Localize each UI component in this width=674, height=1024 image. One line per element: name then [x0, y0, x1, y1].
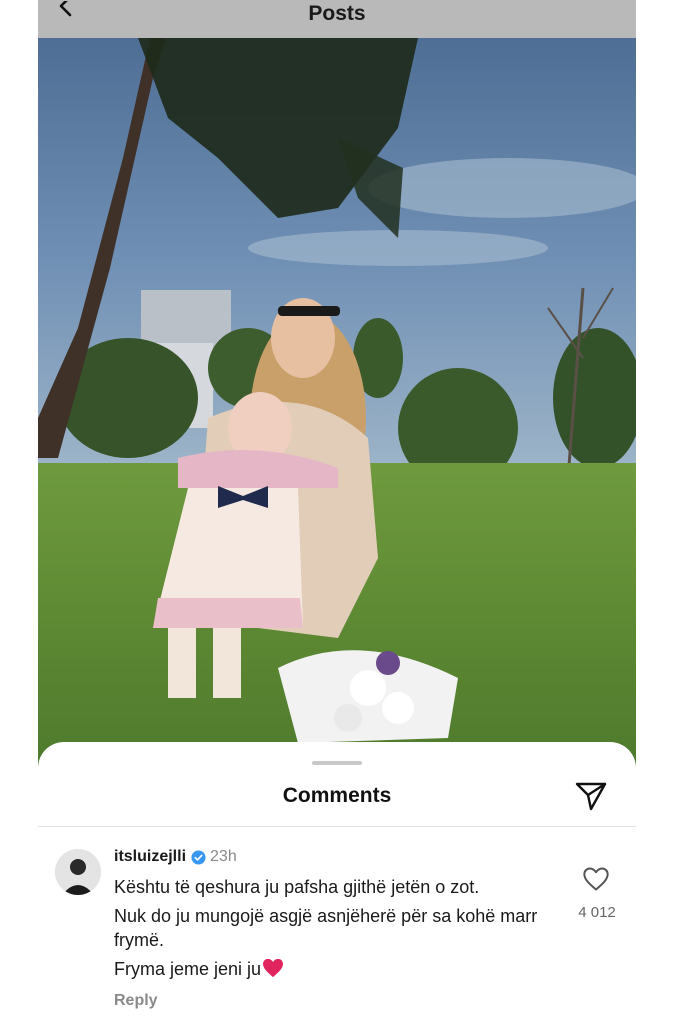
comment-line-3: Fryma jeme jeni ju	[114, 957, 564, 981]
avatar[interactable]	[55, 849, 101, 895]
like-button[interactable]	[582, 866, 610, 892]
heart-outline-icon	[583, 867, 609, 891]
comment-line-3-text: Fryma jeme jeni ju	[114, 959, 262, 979]
divider	[38, 826, 636, 827]
like-count: 4 012	[578, 904, 616, 921]
phone-screen: Posts Comments itsluizejlli 23h Kështu t…	[38, 0, 636, 1024]
red-heart-icon	[263, 958, 284, 978]
back-button[interactable]	[52, 0, 80, 24]
comment-line-1: Kështu të qeshura ju pafsha gjithë jetën…	[114, 877, 480, 897]
comment-username[interactable]: itsluizejlli	[114, 848, 186, 866]
page-title: Posts	[308, 2, 366, 25]
sheet-grabber[interactable]	[312, 761, 362, 765]
chevron-left-icon	[59, 1, 72, 17]
comment-header: itsluizejlli 23h	[114, 848, 237, 866]
comments-title: Comments	[282, 784, 392, 807]
share-button[interactable]	[574, 780, 608, 812]
reply-button[interactable]: Reply	[114, 992, 158, 1010]
paper-plane-icon	[575, 782, 607, 811]
post-photo[interactable]	[38, 38, 636, 768]
comment-time: 23h	[210, 848, 237, 865]
comments-sheet: Comments itsluizejlli 23h Kështu të qesh…	[38, 742, 636, 1024]
post-image	[38, 38, 636, 768]
verified-badge-icon	[191, 849, 206, 865]
top-nav-bar: Posts	[38, 0, 636, 38]
avatar-image	[55, 849, 101, 895]
comment-text: Kështu të qeshura ju pafsha gjithë jetën…	[114, 875, 564, 986]
comment-line-2: Nuk do ju mungojë asgjë asnjëherë për sa…	[114, 906, 538, 950]
